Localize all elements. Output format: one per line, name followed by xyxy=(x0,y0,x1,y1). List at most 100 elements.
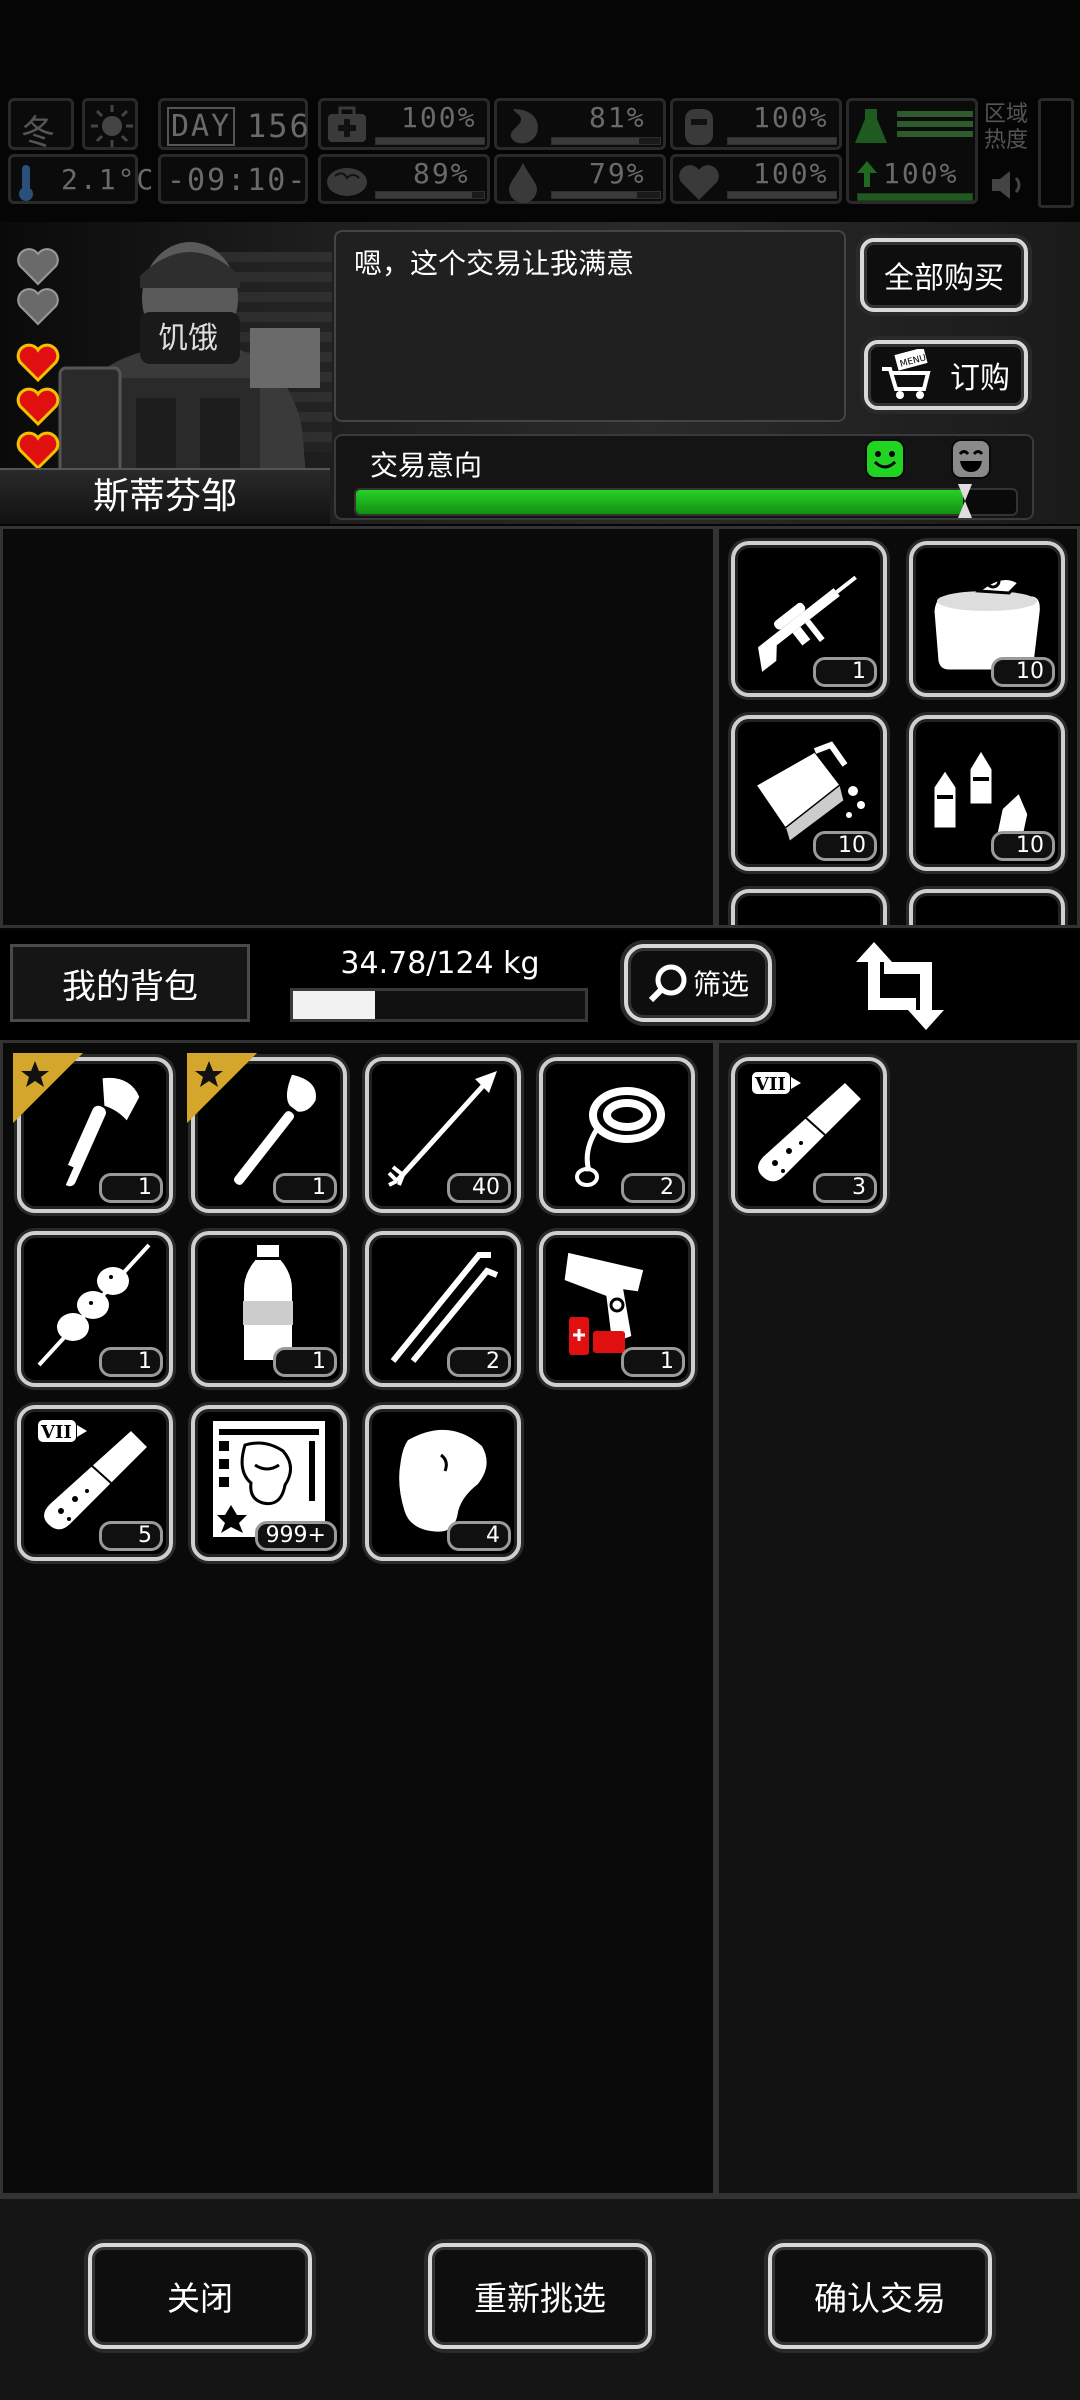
trader-item-slot[interactable]: 10 xyxy=(909,541,1065,697)
armor-stat: 100% xyxy=(670,98,842,150)
thermometer-icon xyxy=(19,165,33,201)
item-quantity: 5 xyxy=(99,1521,163,1551)
favorite-star-icon xyxy=(187,1053,257,1123)
order-button[interactable]: MENU 订购 xyxy=(864,340,1028,410)
backpack-title: 我的背包 xyxy=(62,966,198,1007)
day-label: DAY xyxy=(167,107,236,146)
shopping-cart-icon: MENU xyxy=(882,349,931,399)
region-heat-label: 区域热度 xyxy=(984,102,1029,153)
dialog-box: 嗯，这个交易让我满意 xyxy=(334,230,846,422)
trader-name: 斯蒂芬邹 xyxy=(92,476,237,517)
backpack-item-slot[interactable]: 2 xyxy=(539,1057,695,1213)
backpack-item-slot[interactable]: 1 xyxy=(13,1053,173,1213)
item-quantity: 1 xyxy=(621,1347,685,1377)
swap-arrows-icon[interactable] xyxy=(852,938,948,1034)
offer-grid: VII 3 xyxy=(716,1040,1080,2196)
health-value: 100% xyxy=(401,101,477,134)
confirm-trade-button[interactable]: 确认交易 xyxy=(768,2243,992,2349)
trade-intent-panel: 交易意向 xyxy=(334,434,1034,520)
trader-item-slot[interactable]: 1 xyxy=(731,541,887,697)
trader-item-slot[interactable] xyxy=(909,889,1065,925)
heart-full-icon xyxy=(16,343,60,382)
thirst-stat: 79% xyxy=(494,154,666,204)
thirst-value: 79% xyxy=(589,157,646,190)
sun-icon xyxy=(91,105,133,147)
trade-offer-area xyxy=(0,526,716,928)
heart-full-icon xyxy=(16,431,60,470)
hunger-bar xyxy=(551,137,661,145)
offer-item-slot[interactable]: VII 3 xyxy=(731,1057,887,1213)
filter-button[interactable]: 筛选 xyxy=(624,944,772,1022)
item-quantity: 3 xyxy=(813,1173,877,1203)
tier-tag: VII xyxy=(40,1422,72,1443)
trader-item-slot[interactable]: 10 xyxy=(731,715,887,871)
brain-icon xyxy=(327,168,367,196)
confirm-trade-label: 确认交易 xyxy=(814,2279,946,2318)
trader-inventory: 1 10 10 10 xyxy=(716,526,1080,928)
weather-box xyxy=(82,98,138,150)
hunger-stat: 81% xyxy=(494,98,666,150)
reselect-label: 重新挑选 xyxy=(474,2279,606,2318)
time-box: -09:10- xyxy=(158,154,308,204)
heat-meter xyxy=(1038,98,1074,208)
water-drop-icon xyxy=(509,163,537,203)
dialog-text: 嗯，这个交易让我满意 xyxy=(354,247,635,280)
intent-marker-icon xyxy=(957,484,972,518)
footer-bar: 关闭 重新挑选 确认交易 xyxy=(0,2196,1080,2400)
item-quantity: 1 xyxy=(99,1347,163,1377)
reselect-button[interactable]: 重新挑选 xyxy=(428,2243,652,2349)
heart-empty-icon xyxy=(17,248,59,286)
item-quantity: 10 xyxy=(813,831,877,861)
temperature-text: 2.1°C xyxy=(61,163,156,196)
heart-bar xyxy=(727,191,837,199)
favorite-star-icon xyxy=(13,1053,83,1123)
heart-icon xyxy=(679,165,719,200)
hearts xyxy=(14,246,64,476)
backpack-item-slot[interactable]: 40 xyxy=(365,1057,521,1213)
backpack-item-slot[interactable]: 2 xyxy=(365,1231,521,1387)
backpack-item-slot[interactable]: 1 xyxy=(191,1231,347,1387)
buy-all-button[interactable]: 全部购买 xyxy=(860,238,1028,312)
intent-bar-track xyxy=(354,488,1018,516)
backpack-item-slot[interactable]: 999+ xyxy=(191,1405,347,1561)
brain-bar xyxy=(375,191,485,199)
backpack-item-slot[interactable]: 1 xyxy=(539,1231,695,1387)
health-bar xyxy=(375,137,485,145)
backpack-grid: 1 1 40 2 1 1 2 1 VII 5 999+ 4 xyxy=(0,1040,716,2196)
backpack-tab[interactable]: 我的背包 xyxy=(10,944,250,1022)
season-text: 冬 xyxy=(21,113,57,153)
trader-name-plate: 斯蒂芬邹 xyxy=(0,468,330,524)
season-box: 冬 xyxy=(8,98,74,153)
order-label: 订购 xyxy=(950,361,1010,396)
backpack-item-slot[interactable]: 1 xyxy=(17,1231,173,1387)
search-icon xyxy=(648,964,687,1003)
item-quantity: 1 xyxy=(273,1173,337,1203)
item-quantity: 10 xyxy=(991,657,1055,687)
tier-tag: VII xyxy=(754,1074,786,1095)
close-button[interactable]: 关闭 xyxy=(88,2243,312,2349)
backpack-header: 我的背包 34.78/124 kg 筛选 xyxy=(0,930,1080,1040)
item-quantity: 2 xyxy=(621,1173,685,1203)
filter-label: 筛选 xyxy=(692,968,749,1001)
armor-value: 100% xyxy=(753,101,829,134)
trader-item-slot[interactable]: 10 xyxy=(909,715,1065,871)
backpack-item-slot[interactable]: VII 5 xyxy=(17,1405,173,1561)
trader-item-slot[interactable] xyxy=(731,889,887,925)
heart-stat: 100% xyxy=(670,154,842,204)
brain-value: 89% xyxy=(413,157,470,190)
buy-all-label: 全部购买 xyxy=(884,261,1004,296)
intent-bar-fill xyxy=(356,490,964,514)
energy-stat: 100% xyxy=(846,98,978,204)
armor-icon xyxy=(685,109,713,145)
backpack-item-slot[interactable]: 4 xyxy=(365,1405,521,1561)
item-quantity: 40 xyxy=(447,1173,511,1203)
temperature-box: 2.1°C xyxy=(8,154,153,204)
flask-icon xyxy=(855,109,887,143)
mask-text: 饥饿 xyxy=(158,321,218,356)
energy-stripes xyxy=(897,111,973,141)
item-quantity: 1 xyxy=(813,657,877,687)
heart-value: 100% xyxy=(753,157,829,190)
heart-full-icon xyxy=(16,387,60,426)
arrow-up-icon xyxy=(857,161,877,187)
backpack-item-slot[interactable]: 1 xyxy=(187,1053,347,1213)
